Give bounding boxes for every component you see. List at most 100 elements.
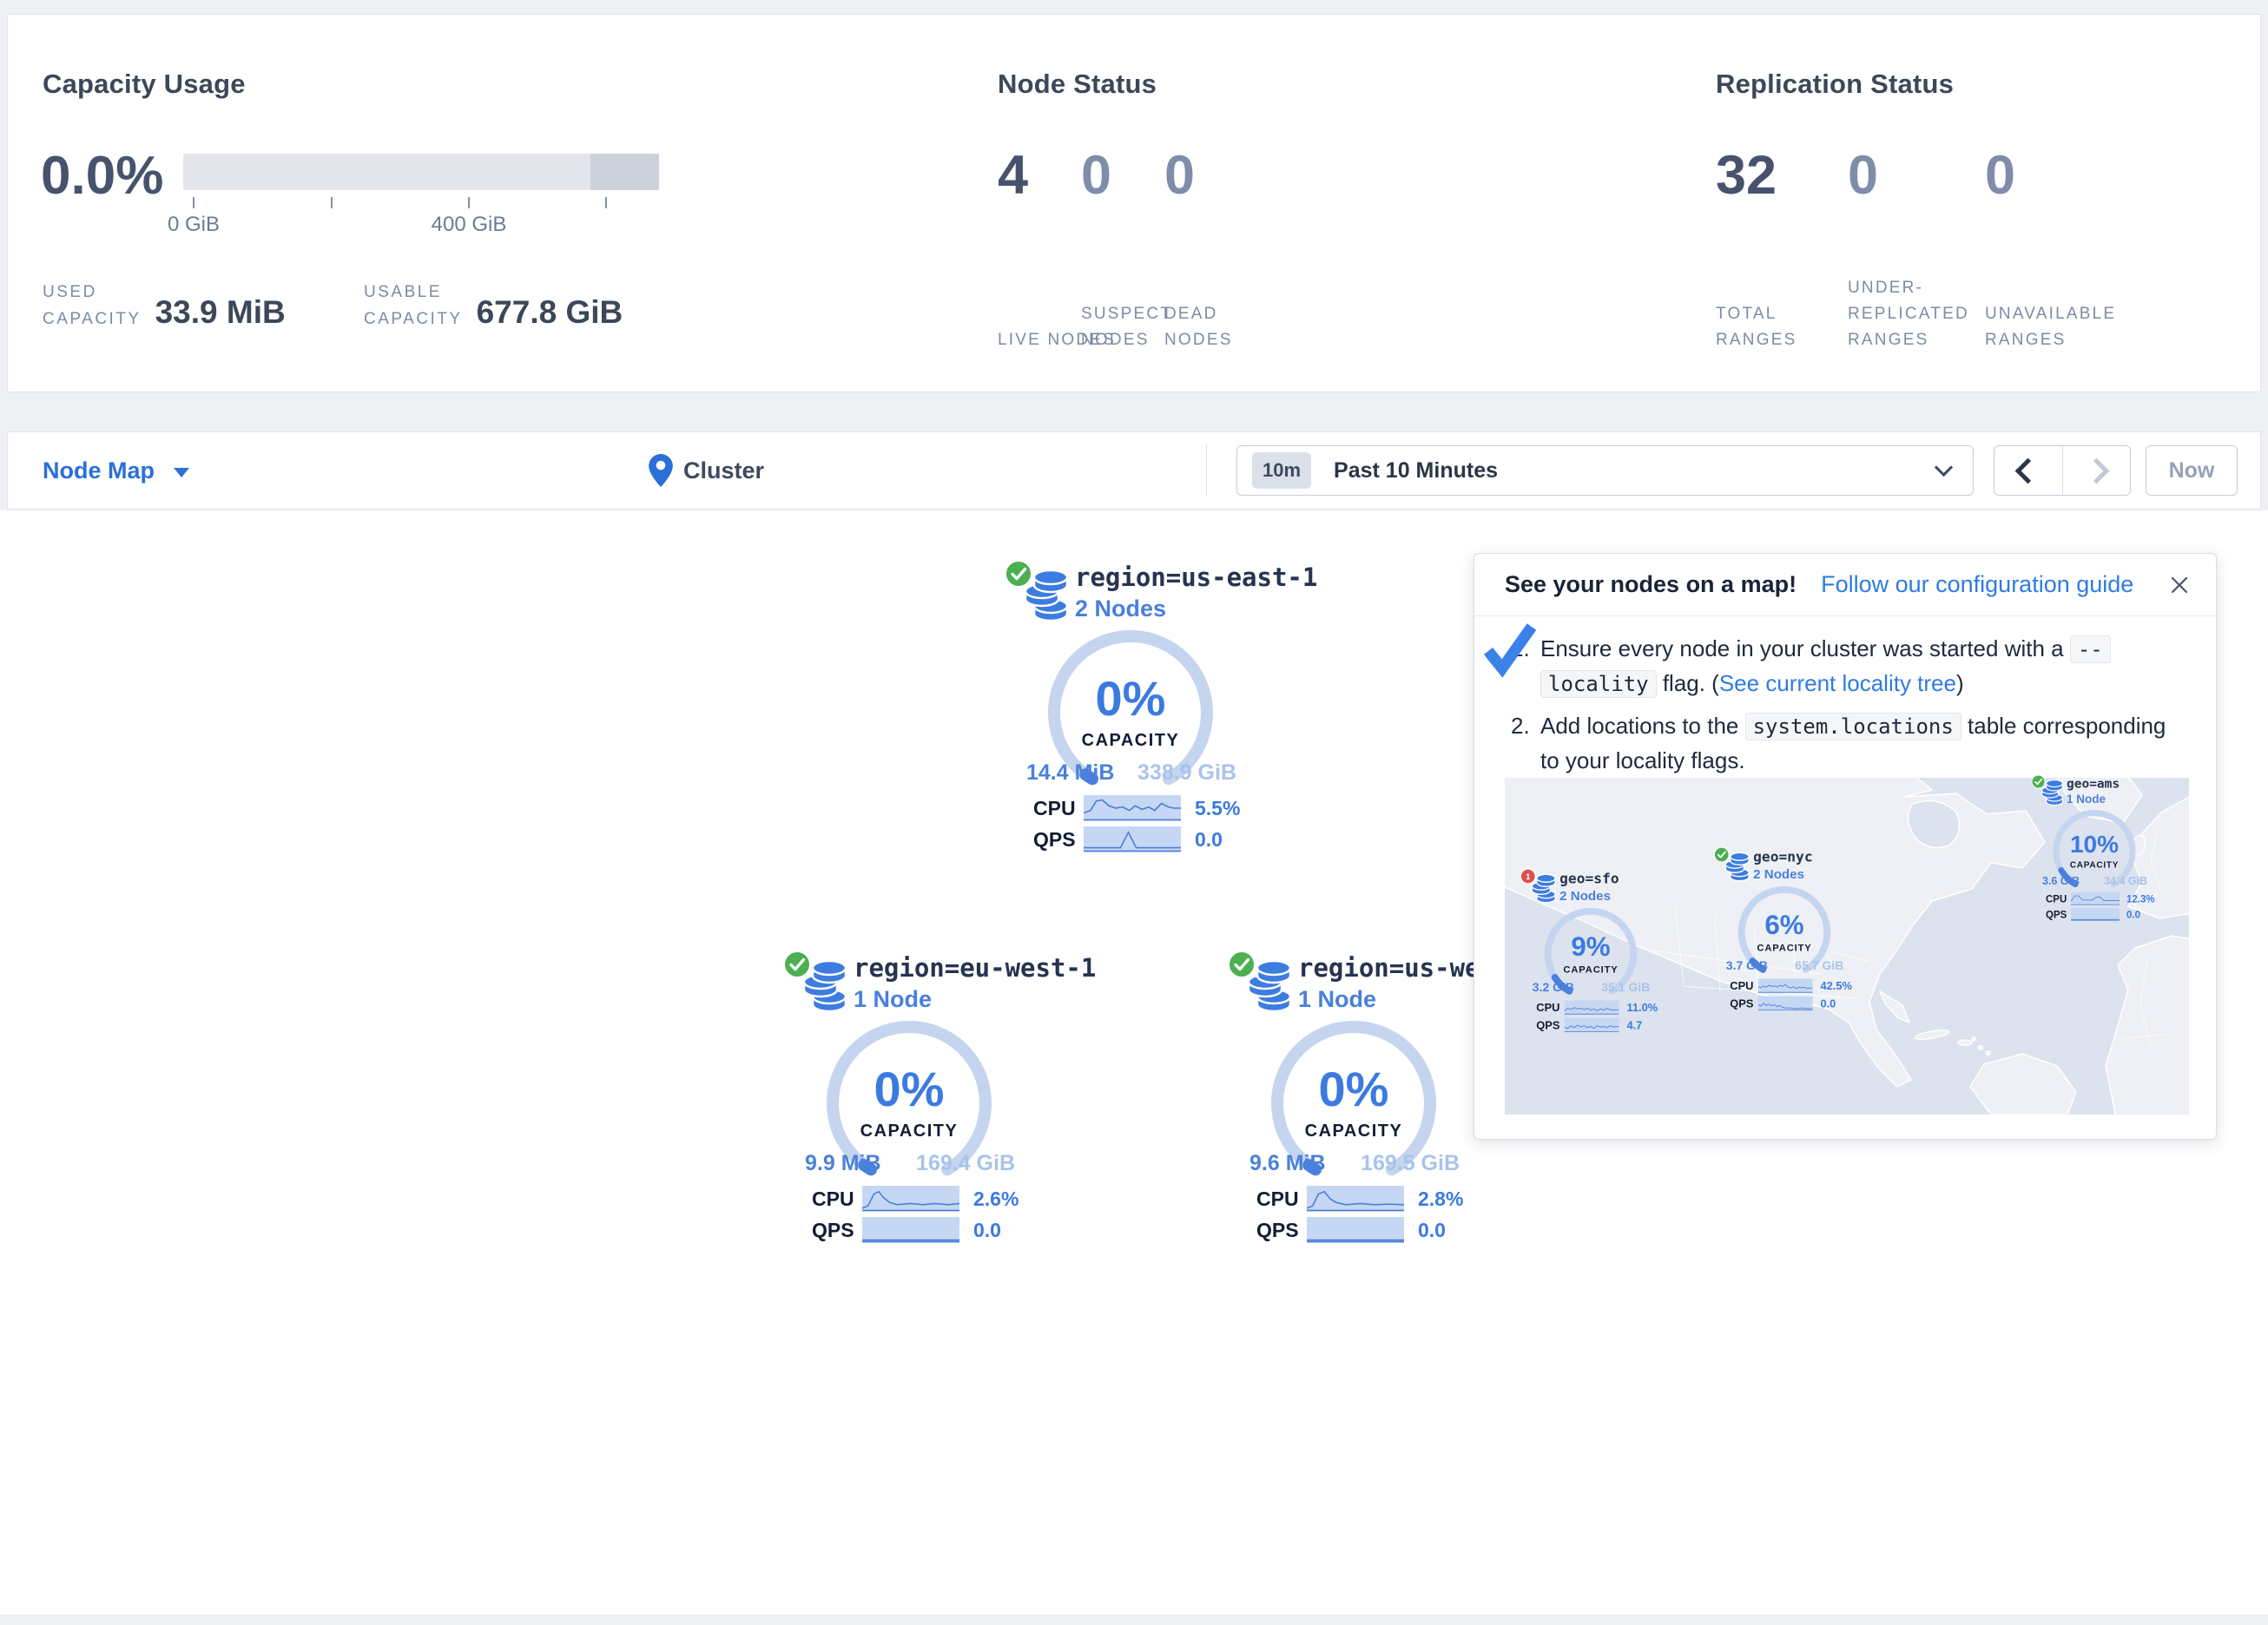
cpu-label: CPU <box>1256 1188 1299 1211</box>
qps-label: QPS <box>1536 1019 1559 1032</box>
cpu-row: CPU 11.0% <box>1536 1000 1664 1015</box>
stat-label: UNAVAILABLE RANGES <box>1985 301 2106 353</box>
cpu-row: CPU 2.8% <box>1256 1186 1484 1212</box>
stat-item: 0 DEAD NODES <box>1164 145 1248 353</box>
time-range-label: Past 10 Minutes <box>1334 458 1498 484</box>
capacity-used-value: 3.2 GiB <box>1533 981 1574 995</box>
capacity-axis-tick <box>468 197 470 208</box>
node-locality-group[interactable]: geo=ams 1 Node 10% CAPACITY 3.6 GiB 34.4… <box>2029 774 2159 925</box>
stat-label: TOTAL RANGES <box>1716 301 1837 353</box>
qps-row: QPS 0.0 <box>812 1217 1039 1243</box>
capacity-usage-title: Capacity Usage <box>43 69 246 100</box>
stat-item: 4 LIVE NODES <box>998 145 1081 353</box>
node-locality-group[interactable]: region=us-west-1 1 Node 0% CAPACITY 9.6 … <box>1223 950 1484 1252</box>
node-locality-group[interactable]: region=us-east-1 2 Nodes 0% CAPACITY 14.… <box>1000 559 1261 861</box>
qps-sparkline <box>1307 1217 1404 1243</box>
step-text: ) <box>1956 670 1964 696</box>
qps-value: 4.7 <box>1626 1019 1642 1032</box>
time-back-button[interactable] <box>1994 446 2062 495</box>
close-icon[interactable] <box>2169 575 2190 595</box>
qps-sparkline <box>2071 908 2120 921</box>
capacity-bar-usable <box>183 154 590 190</box>
cockroachdb-cluster-overview: Capacity Usage 0.0% 0 GiB400 GiB USED CA… <box>0 0 2268 1625</box>
node-count-label: 1 Node <box>854 986 932 1013</box>
toolbar-divider <box>1206 444 1207 497</box>
qps-row: QPS 0.0 <box>1256 1217 1484 1243</box>
database-nodes-icon <box>1529 874 1559 905</box>
toolbar: Node Map Cluster 10m Past 10 Minutes Now <box>7 431 2261 510</box>
capacity-total-value: 35.1 GiB <box>1601 981 1650 995</box>
breadcrumb-cluster[interactable]: Cluster <box>649 432 764 509</box>
stat-value: 0 <box>1081 145 1164 206</box>
locality-tree-link[interactable]: See current locality tree <box>1719 670 1956 696</box>
stat-item: 32 TOTAL RANGES <box>1716 145 1848 353</box>
capacity-axis-tick-label: 400 GiB <box>399 213 538 237</box>
node-locality-group[interactable]: 1 geo=sfo 2 Nodes 9% CAPACITY 3.2 GiB 35… <box>1518 868 1664 1037</box>
qps-sparkline <box>1084 826 1181 852</box>
capacity-axis-tick <box>193 197 194 208</box>
capacity-axis-tick <box>331 197 333 208</box>
qps-value: 0.0 <box>973 1219 1001 1242</box>
node-locality-group[interactable]: region=eu-west-1 1 Node 0% CAPACITY 9.9 … <box>779 950 1039 1252</box>
qps-value: 0.0 <box>1418 1219 1446 1242</box>
cpu-value: 12.3% <box>2126 893 2155 905</box>
setup-step: 1.Ensure every node in your cluster was … <box>1511 632 2181 701</box>
node-locality-group[interactable]: geo=nyc 2 Nodes 6% CAPACITY 3.7 GiB 65.7… <box>1711 846 1857 1016</box>
stat-value: 32 <box>1716 145 1848 206</box>
capacity-percent: 6% <box>1711 909 1857 940</box>
now-button[interactable]: Now <box>2146 445 2238 496</box>
replication-status-stats: 32 TOTAL RANGES 0 UNDER-REPLICATED RANGE… <box>1716 145 2133 353</box>
step-done-check-icon <box>1481 622 1544 679</box>
node-count-label: 2 Nodes <box>1753 867 1804 882</box>
cpu-label: CPU <box>1730 979 1753 992</box>
qps-label: QPS <box>1033 828 1076 852</box>
node-count-label: 2 Nodes <box>1075 595 1166 622</box>
step-number: 2. <box>1511 709 1530 743</box>
location-pin-icon <box>649 454 673 487</box>
breadcrumb-label: Cluster <box>683 457 764 484</box>
locality-label: region=us-east-1 <box>1075 562 1317 592</box>
locality-label: geo=sfo <box>1559 870 1619 886</box>
time-step-buttons <box>1994 445 2131 496</box>
time-range-select[interactable]: 10m Past 10 Minutes <box>1236 445 1974 496</box>
capacity-used-value: 14.4 MiB <box>1026 760 1114 786</box>
cpu-sparkline <box>1084 795 1181 821</box>
cpu-row: CPU 42.5% <box>1730 978 1857 993</box>
setup-step: 2.Add locations to the system.locations … <box>1511 709 2181 778</box>
capacity-percent: 0% <box>779 1061 1039 1117</box>
capacity-label: CAPACITY <box>1000 731 1261 751</box>
capacity-label: CAPACITY <box>1711 943 1857 954</box>
time-range-badge: 10m <box>1252 452 1311 489</box>
locality-label: geo=ams <box>2067 776 2120 791</box>
capacity-used-value: 9.6 MiB <box>1249 1151 1326 1176</box>
capacity-label: CAPACITY <box>779 1122 1039 1141</box>
capacity-bar: 0 GiB400 GiB <box>183 154 659 190</box>
capacity-percent: 9% <box>1518 931 1664 962</box>
stat-value: 0 <box>1164 145 1248 206</box>
stat-item: 0 UNDER-REPLICATED RANGES <box>1848 145 1985 353</box>
view-dropdown[interactable]: Node Map <box>43 457 189 484</box>
cpu-sparkline <box>1758 978 1813 993</box>
cpu-row: CPU 12.3% <box>2046 892 2159 905</box>
cpu-value: 2.6% <box>973 1188 1019 1211</box>
qps-value: 0.0 <box>1820 997 1836 1010</box>
qps-label: QPS <box>1256 1219 1299 1242</box>
cpu-sparkline <box>862 1186 959 1212</box>
usable-capacity-value: 677.8 GiB <box>477 294 623 332</box>
capacity-label: CAPACITY <box>1223 1122 1484 1141</box>
configuration-guide-link[interactable]: Follow our configuration guide <box>1821 571 2133 598</box>
popup-header: See your nodes on a map! Follow our conf… <box>1474 554 2216 616</box>
step-text: Ensure every node in your cluster was st… <box>1540 635 2070 661</box>
capacity-axis-tick-label: 0 GiB <box>124 213 263 237</box>
qps-sparkline <box>1758 996 1813 1010</box>
time-forward-button[interactable] <box>2062 446 2131 495</box>
usable-capacity: USABLE CAPACITY 677.8 GiB <box>364 279 623 332</box>
capacity-used-percent: 0.0% <box>41 145 163 207</box>
qps-label: QPS <box>812 1219 854 1242</box>
cpu-sparkline <box>1307 1186 1404 1212</box>
stat-value: 4 <box>998 145 1081 206</box>
cpu-sparkline <box>1565 1000 1619 1015</box>
capacity-label: CAPACITY <box>2029 860 2159 871</box>
cpu-label: CPU <box>812 1188 854 1211</box>
capacity-axis-tick <box>605 197 607 208</box>
